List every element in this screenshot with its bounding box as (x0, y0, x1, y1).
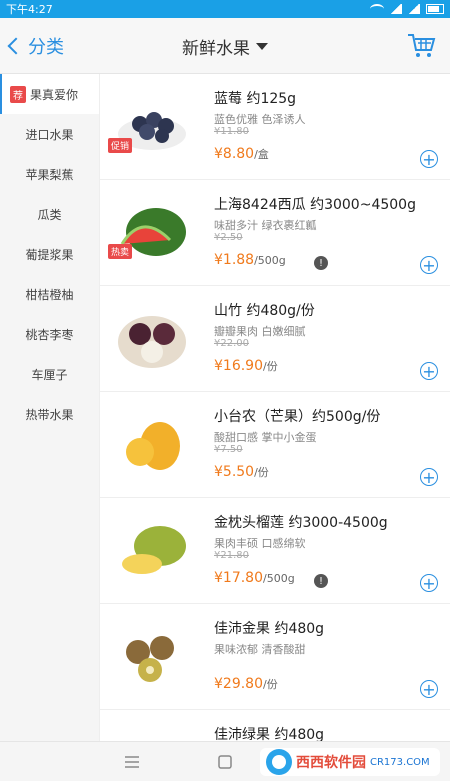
menu-icon[interactable] (120, 750, 144, 774)
product-item-blueberry[interactable]: 促销 蓝莓 约125g 蓝色优雅 色泽诱人 ¥11.80 ¥8.80/盒 + (100, 74, 450, 180)
sidebar-item-citrus[interactable]: 柑桔橙柚 (0, 274, 99, 314)
watermark-logo: 西西软件园 CR173.COM (260, 748, 440, 776)
sidebar-item-stone-fruit[interactable]: 桃杏李枣 (0, 314, 99, 354)
price-unit: /份 (263, 678, 278, 691)
kiwi-gold-image (126, 636, 174, 682)
caret-down-icon (256, 42, 268, 50)
sidebar-item-recommend[interactable]: 荐 果真爱你 (0, 74, 99, 114)
price-unit: /份 (254, 466, 269, 479)
product-name: 蓝莓 约125g (214, 91, 297, 107)
add-to-cart-icon[interactable]: + (420, 150, 438, 169)
product-price: ¥16.90/份 (214, 358, 278, 374)
product-price: ¥1.88/500g (214, 252, 286, 268)
product-old-price: ¥21.80 (214, 550, 249, 561)
page-title: 新鲜水果 (182, 38, 250, 59)
product-price: ¥29.80/份 (214, 676, 278, 692)
product-desc: 酸甜口感 掌中小金蛋 (214, 431, 317, 444)
product-name: 小台农（芒果）约500g/份 (214, 409, 381, 425)
price-value: ¥5.50 (214, 464, 255, 480)
recommend-badge: 荐 (10, 85, 26, 103)
product-desc: 果肉丰硕 口感绵软 (214, 537, 306, 550)
product-desc: 果味浓郁 清香酸甜 (214, 643, 306, 656)
product-item-durian[interactable]: 金枕头榴莲 约3000-4500g 果肉丰硕 口感绵软 ¥21.80 ¥17.8… (100, 498, 450, 604)
durian-image (122, 526, 186, 574)
price-unit: /盒 (254, 148, 269, 161)
product-price: ¥5.50/份 (214, 464, 269, 480)
product-item-gold-kiwi[interactable]: 佳沛金果 约480g 果味浓郁 清香酸甜 ¥29.80/份 + (100, 604, 450, 710)
product-old-price: ¥2.50 (214, 232, 243, 243)
info-icon[interactable]: ! (314, 574, 328, 588)
hot-tag: 热卖 (108, 244, 133, 259)
product-item-green-kiwi[interactable]: 佳沛绿果 约480g (100, 710, 450, 741)
sidebar-item-tropical[interactable]: 热带水果 (0, 394, 99, 434)
product-name: 金枕头榴莲 约3000-4500g (214, 515, 388, 531)
product-old-price: ¥22.00 (214, 338, 249, 349)
promo-tag: 促销 (108, 138, 133, 153)
add-to-cart-icon[interactable]: + (420, 680, 438, 699)
product-name: 山竹 约480g/份 (214, 303, 315, 319)
product-item-watermelon[interactable]: 热卖 上海8424西瓜 约3000~4500g 味甜多汁 绿衣裹红瓤 ¥2.50… (100, 180, 450, 286)
price-value: ¥29.80 (214, 676, 263, 692)
blueberry-image (118, 112, 186, 150)
product-desc: 瓣瓣果肉 白嫩细腻 (214, 325, 306, 338)
home-icon[interactable] (213, 750, 237, 774)
mango-image (126, 422, 180, 470)
status-icons (370, 4, 444, 14)
product-name: 佳沛金果 约480g (214, 621, 325, 637)
status-bar: 下午4:27 (0, 0, 450, 18)
sidebar-item-imported[interactable]: 进口水果 (0, 114, 99, 154)
wifi-icon (370, 4, 384, 14)
product-price: ¥17.80/500g (214, 570, 295, 586)
mangosteen-image (118, 316, 186, 368)
product-old-price: ¥11.80 (214, 126, 249, 137)
price-value: ¥1.88 (214, 252, 255, 268)
cart-icon[interactable] (406, 30, 436, 60)
status-time: 下午4:27 (6, 3, 53, 16)
product-desc: 蓝色优雅 色泽诱人 (214, 113, 306, 126)
watermelon-image (120, 208, 186, 256)
signal-icon (390, 4, 402, 14)
category-dropdown[interactable]: 新鲜水果 (0, 18, 450, 74)
price-unit: /500g (263, 572, 295, 585)
add-to-cart-icon[interactable]: + (420, 256, 438, 275)
sidebar-item-cherries[interactable]: 车厘子 (0, 354, 99, 394)
signal-icon-2 (408, 4, 420, 14)
info-icon[interactable]: ! (314, 256, 328, 270)
add-to-cart-icon[interactable]: + (420, 362, 438, 381)
watermark-text: 西西软件园 (296, 755, 366, 771)
product-desc: 味甜多汁 绿衣裹红瓤 (214, 219, 317, 232)
product-old-price: ¥7.50 (214, 444, 243, 455)
add-to-cart-icon[interactable]: + (420, 574, 438, 593)
header: 分类 新鲜水果 (0, 18, 450, 74)
price-unit: /500g (254, 254, 286, 267)
product-price: ¥8.80/盒 (214, 146, 269, 162)
product-item-mangosteen[interactable]: 山竹 约480g/份 瓣瓣果肉 白嫩细腻 ¥22.00 ¥16.90/份 + (100, 286, 450, 392)
category-sidebar: 荐 果真爱你 进口水果 苹果梨蕉 瓜类 葡提浆果 柑桔橙柚 桃杏李枣 车厘子 热… (0, 74, 100, 741)
product-item-mango[interactable]: 小台农（芒果）约500g/份 酸甜口感 掌中小金蛋 ¥7.50 ¥5.50/份 … (100, 392, 450, 498)
add-to-cart-icon[interactable]: + (420, 468, 438, 487)
sidebar-item-melons[interactable]: 瓜类 (0, 194, 99, 234)
sidebar-item-label: 果真爱你 (30, 87, 79, 102)
price-value: ¥17.80 (214, 570, 263, 586)
price-value: ¥8.80 (214, 146, 255, 162)
product-name: 上海8424西瓜 约3000~4500g (214, 197, 416, 213)
watermark-sub: CR173.COM (370, 756, 430, 768)
product-name: 佳沛绿果 约480g (214, 727, 325, 741)
battery-icon (426, 4, 444, 14)
system-nav-bar: 西西软件园 CR173.COM (0, 741, 450, 781)
sidebar-item-apple-pear-banana[interactable]: 苹果梨蕉 (0, 154, 99, 194)
sidebar-item-grapes-berries[interactable]: 葡提浆果 (0, 234, 99, 274)
price-value: ¥16.90 (214, 358, 263, 374)
watermark-icon (266, 749, 292, 775)
price-unit: /份 (263, 360, 278, 373)
product-list: 促销 蓝莓 约125g 蓝色优雅 色泽诱人 ¥11.80 ¥8.80/盒 + 热… (100, 74, 450, 741)
